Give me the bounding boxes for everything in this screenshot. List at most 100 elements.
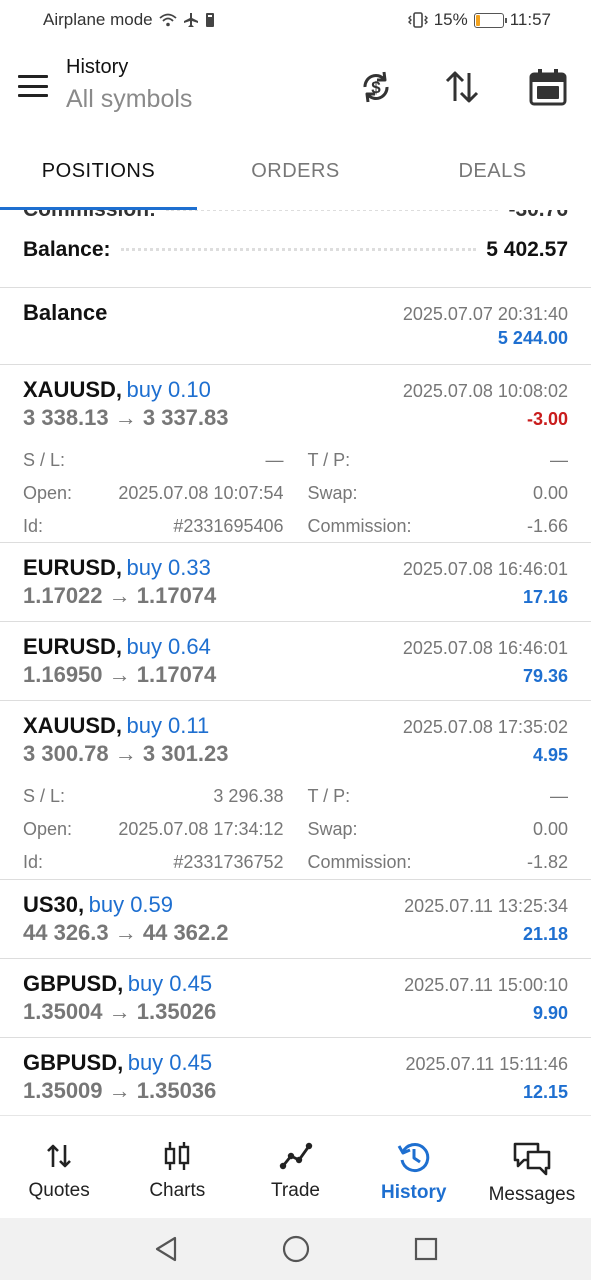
position-side: buy 0.11 — [126, 713, 210, 738]
tp-value: — — [550, 786, 568, 806]
trade-line-icon — [279, 1142, 312, 1170]
position-prices: 1.17022 → 1.17074 — [23, 583, 217, 608]
sort-icon[interactable] — [441, 66, 483, 108]
nav-messages-label: Messages — [488, 1184, 576, 1205]
swap-value: 0.00 — [532, 819, 568, 839]
recents-icon[interactable] — [411, 1234, 441, 1264]
position-symbol: US30, — [23, 892, 85, 917]
position-side: buy 0.10 — [126, 377, 211, 402]
nav-history-label: History — [380, 1182, 447, 1203]
calendar-icon[interactable] — [527, 66, 569, 108]
position-time: 2025.07.11 15:00:10 — [404, 975, 568, 995]
position-profit: 12.15 — [522, 1082, 568, 1102]
position-row[interactable]: US30, buy 0.59 2025.07.11 13:25:34 44 32… — [0, 880, 591, 959]
summary-commission-label: Commission: — [23, 210, 156, 222]
nav-history[interactable]: History — [355, 1116, 473, 1218]
svg-text:$: $ — [371, 78, 381, 97]
position-prices: 3 300.78 → 3 301.23 — [23, 741, 229, 766]
clock-time: 11:57 — [509, 10, 551, 29]
open-label: Open: — [23, 819, 73, 839]
position-prices: 44 326.3 → 44 362.2 — [23, 920, 229, 945]
position-side: buy 0.64 — [126, 634, 211, 659]
quotes-arrows-icon — [47, 1144, 72, 1168]
position-row[interactable]: GBPUSD, buy 0.45 2025.07.11 15:00:10 1.3… — [0, 959, 591, 1038]
summary-balance-label: Balance: — [23, 238, 111, 261]
swap-value: 0.00 — [532, 483, 568, 503]
tab-bar: POSITIONS ORDERS DEALS — [0, 132, 591, 210]
currency-exchange-icon[interactable]: $ — [355, 66, 397, 108]
summary-balance-row: Balance: 5 402.57 — [23, 238, 568, 262]
position-profit: 21.18 — [522, 924, 568, 944]
swap-label: Swap: — [307, 483, 358, 503]
sl-label: S / L: — [23, 786, 66, 806]
commission-label: Commission: — [307, 852, 412, 872]
balance-entry[interactable]: Balance 2025.07.07 20:31:40 5 244.00 — [0, 288, 591, 365]
position-time: 2025.07.11 15:11:46 — [405, 1054, 568, 1074]
candlestick-icon — [165, 1142, 190, 1170]
back-icon[interactable] — [151, 1234, 181, 1264]
position-symbol: XAUUSD, — [23, 713, 123, 738]
balance-entry-time: 2025.07.07 20:31:40 — [402, 304, 568, 324]
sl-value: 3 296.38 — [213, 786, 284, 806]
position-prices: 3 338.13 → 3 337.83 — [23, 405, 229, 430]
position-details: S / L: — T / P: — Open: 2025.07.08 10:07:54… — [23, 444, 568, 551]
appbar-actions: $ — [355, 66, 569, 108]
tp-label: T / P: — [307, 450, 351, 470]
position-prices: 1.35004 → 1.35026 — [23, 999, 217, 1024]
summary-commission-row: Commission: -30.76 — [23, 210, 568, 222]
position-row[interactable]: XAUUSD, buy 0.10 2025.07.08 10:08:02 3 3… — [0, 365, 591, 543]
nav-quotes[interactable]: Quotes — [0, 1116, 118, 1218]
summary-commission-value: -30.76 — [508, 210, 568, 222]
position-symbol: GBPUSD, — [23, 1050, 124, 1075]
nav-charts[interactable]: Charts — [118, 1116, 236, 1218]
nav-trade[interactable]: Trade — [236, 1116, 354, 1218]
nav-trade-label: Trade — [271, 1180, 320, 1201]
status-right: 15% 11:57 — [407, 10, 551, 30]
title-block[interactable]: History All symbols — [66, 56, 192, 114]
position-side: buy 0.59 — [88, 892, 174, 917]
system-navigation — [0, 1218, 591, 1280]
sl-value: — — [265, 450, 284, 470]
tab-positions[interactable]: POSITIONS — [0, 132, 197, 210]
position-time: 2025.07.08 10:08:02 — [402, 381, 568, 401]
symbol-filter: All symbols — [66, 85, 193, 113]
tab-orders[interactable]: ORDERS — [197, 132, 394, 210]
menu-icon[interactable] — [18, 75, 48, 97]
status-bar: Airplane mode 15% 11:57 — [0, 0, 591, 40]
position-prices: 1.35009 → 1.35036 — [23, 1078, 217, 1103]
position-time: 2025.07.08 16:46:01 — [402, 559, 568, 579]
sl-label: S / L: — [23, 450, 66, 470]
position-row[interactable]: XAUUSD, buy 0.11 2025.07.08 17:35:02 3 3… — [0, 701, 591, 880]
summary-balance-value: 5 402.57 — [486, 238, 568, 261]
battery-icon — [473, 12, 507, 28]
open-value: 2025.07.08 10:07:54 — [118, 483, 284, 503]
positions-list: Balance 2025.07.07 20:31:40 5 244.00 XAU… — [0, 288, 591, 1117]
position-profit: 79.36 — [522, 666, 568, 686]
commission-value: -1.66 — [526, 516, 568, 536]
airplane-icon — [183, 13, 198, 27]
position-symbol: EURUSD, — [23, 555, 123, 580]
status-left: Airplane mode — [43, 10, 215, 30]
nav-messages[interactable]: Messages — [473, 1116, 591, 1218]
balance-entry-amount: 5 244.00 — [497, 328, 568, 348]
position-profit: 9.90 — [532, 1003, 568, 1023]
position-row[interactable]: GBPUSD, buy 0.45 2025.07.11 15:11:46 1.3… — [0, 1038, 591, 1117]
position-details: S / L: 3 296.38 T / P: — Open: 2025.07.08 1… — [23, 780, 568, 887]
open-label: Open: — [23, 483, 73, 503]
page-title: History — [66, 56, 129, 78]
position-symbol: EURUSD, — [23, 634, 123, 659]
summary-panel: Commission: -30.76 Balance: 5 402.57 — [0, 210, 591, 288]
tab-deals[interactable]: DEALS — [394, 132, 591, 210]
position-symbol: GBPUSD, — [23, 971, 124, 996]
position-symbol: XAUUSD, — [23, 377, 123, 402]
position-time: 2025.07.08 17:35:02 — [402, 717, 568, 737]
tp-value: — — [550, 450, 568, 470]
home-icon[interactable] — [281, 1234, 311, 1264]
id-value: #2331736752 — [173, 852, 284, 872]
position-row[interactable]: EURUSD, buy 0.33 2025.07.08 16:46:01 1.1… — [0, 543, 591, 622]
id-label: Id: — [23, 516, 44, 536]
commission-label: Commission: — [307, 516, 412, 536]
battery-percent: 15% — [433, 10, 468, 29]
position-row[interactable]: EURUSD, buy 0.64 2025.07.08 16:46:01 1.1… — [0, 622, 591, 701]
open-value: 2025.07.08 17:34:12 — [118, 819, 284, 839]
